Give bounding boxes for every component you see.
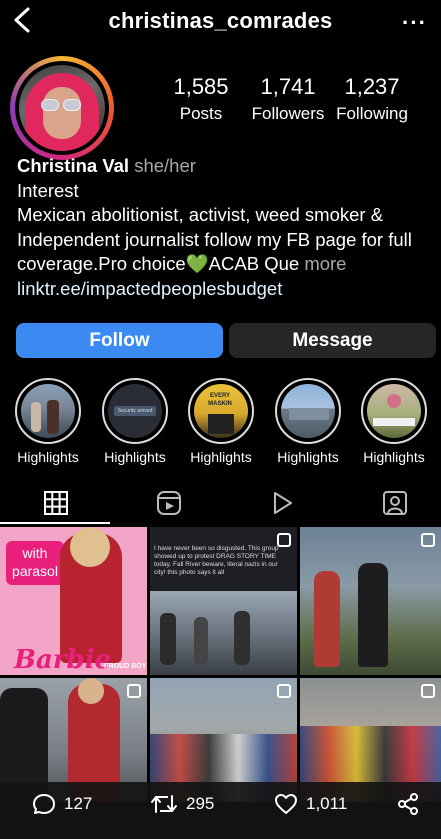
- profile-username: christinas_comrades: [108, 8, 333, 33]
- like-count: 1,011: [306, 794, 348, 813]
- profile-bio: Christina Val she/her Interest Mexican a…: [17, 154, 437, 301]
- posts-count: 1,585: [173, 74, 229, 99]
- posts-grid: with parasol Barbie PROUD BOY I have neve…: [0, 527, 441, 802]
- grid-post[interactable]: I have never been so disgusted. This gro…: [150, 527, 297, 675]
- highlight-5[interactable]: Highlights: [359, 378, 429, 465]
- highlight-label: Highlights: [277, 449, 339, 465]
- highlight-label: Highlights: [190, 449, 252, 465]
- grid-icon[interactable]: [42, 489, 70, 517]
- highlight-label: Highlights: [363, 449, 425, 465]
- followers-label: Followers: [251, 104, 325, 123]
- grid-post[interactable]: [300, 527, 441, 675]
- videos-play-icon[interactable]: [268, 489, 296, 517]
- highlight-label: Highlights: [17, 449, 79, 465]
- stat-followers[interactable]: 1,741 Followers: [248, 74, 328, 124]
- avatar: [19, 65, 105, 151]
- profile-name: Christina Val: [17, 155, 130, 176]
- message-button[interactable]: Message: [229, 323, 436, 358]
- bio-text: Mexican abolitionist, activist, weed smo…: [17, 204, 412, 274]
- highlight-1[interactable]: Highlights: [13, 378, 83, 465]
- bio-more-link[interactable]: more: [304, 253, 346, 274]
- carousel-icon: [277, 533, 291, 547]
- profile-category: Interest: [17, 179, 79, 201]
- profile-avatar-story-ring[interactable]: [10, 56, 114, 160]
- follow-button[interactable]: Follow: [16, 323, 223, 358]
- repost-count: 295: [186, 794, 215, 813]
- like-action[interactable]: 1,011: [274, 792, 347, 816]
- comment-icon: [33, 794, 55, 814]
- carousel-icon: [421, 533, 435, 547]
- following-label: Following: [336, 104, 408, 123]
- repost-icon: [151, 795, 177, 813]
- profile-pronouns: she/her: [134, 155, 196, 176]
- highlight-label: Highlights: [104, 449, 166, 465]
- highlight-2[interactable]: Security arrived Highlights: [100, 378, 170, 465]
- highlight-4[interactable]: Highlights: [273, 378, 343, 465]
- repost-action[interactable]: 295: [150, 792, 214, 816]
- reel-icon: [421, 684, 435, 698]
- posts-label: Posts: [179, 104, 223, 123]
- grid-post[interactable]: with parasol Barbie PROUD BOY: [0, 527, 147, 675]
- profile-stats: 1,585 Posts 1,741 Followers 1,237 Follow…: [160, 74, 440, 134]
- share-action[interactable]: [396, 792, 420, 816]
- heart-icon: [275, 794, 297, 814]
- post-actions-bar: 127 295 1,011: [0, 782, 441, 839]
- comment-count: 127: [64, 794, 93, 813]
- highlight-3[interactable]: EVERY MASKIN Highlights: [186, 378, 256, 465]
- stat-following[interactable]: 1,237 Following: [332, 74, 412, 124]
- active-tab-indicator: [0, 522, 110, 524]
- reels-icon[interactable]: [155, 489, 183, 517]
- share-icon: [398, 793, 418, 815]
- carousel-icon: [277, 684, 291, 698]
- comment-action[interactable]: 127: [32, 792, 92, 816]
- profile-link[interactable]: linktr.ee/impactedpeoplesbudget: [17, 277, 437, 302]
- stat-posts[interactable]: 1,585 Posts: [160, 74, 242, 124]
- profile-tabs: [0, 489, 441, 521]
- followers-count: 1,741: [260, 74, 316, 99]
- more-options-icon[interactable]: ···: [402, 10, 427, 36]
- reel-icon: [127, 684, 141, 698]
- following-count: 1,237: [344, 74, 400, 99]
- tagged-icon[interactable]: [381, 489, 409, 517]
- header-bar: christinas_comrades ···: [0, 0, 441, 42]
